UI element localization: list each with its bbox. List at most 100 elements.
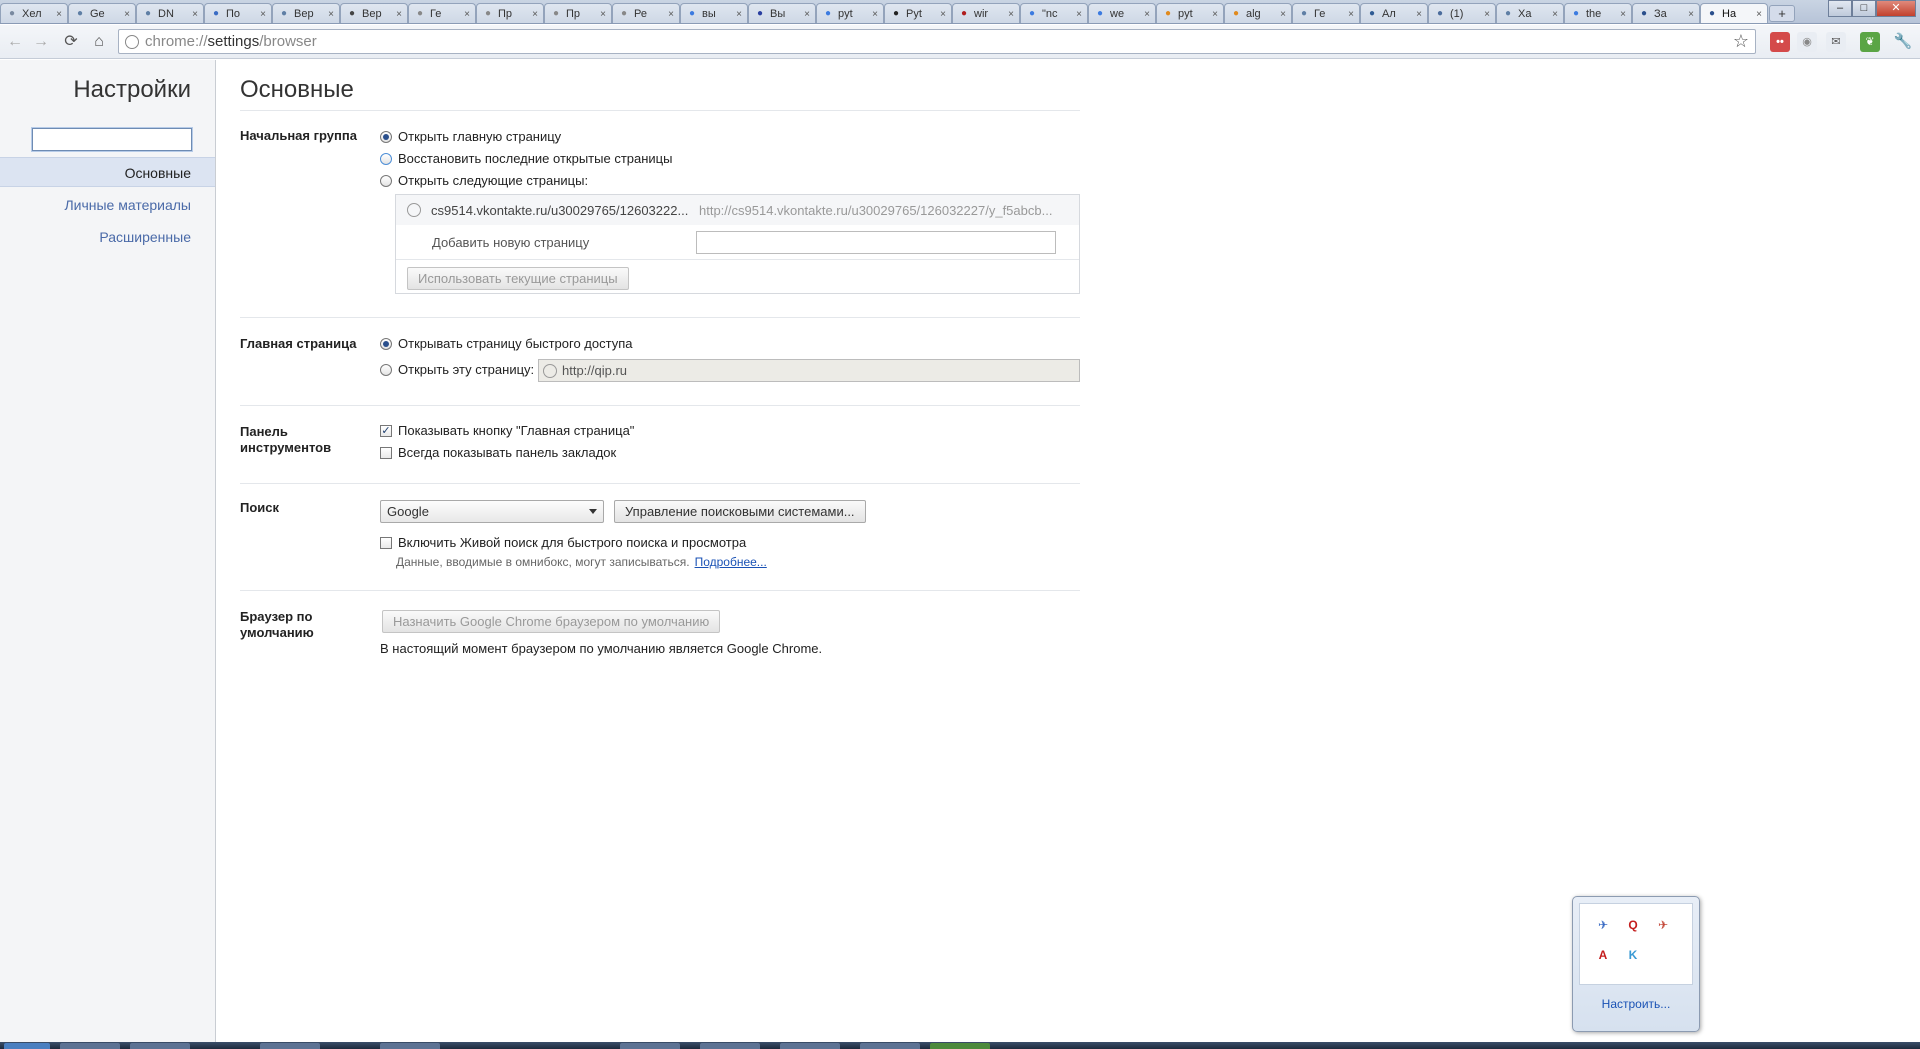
taskbar-item[interactable] <box>380 1043 440 1049</box>
show-home-button-option[interactable]: ✓ Показывать кнопку "Главная страница" <box>380 423 634 438</box>
learn-more-link[interactable]: Подробнее... <box>695 555 767 569</box>
sidebar-item-basics[interactable]: Основные <box>0 157 215 187</box>
taskbar-item[interactable] <box>620 1043 680 1049</box>
homepage-option-ntp[interactable]: Открывать страницу быстрого доступа <box>380 336 632 351</box>
tab-close-icon[interactable]: × <box>54 9 64 20</box>
tab-2[interactable]: ● DN × <box>136 3 204 23</box>
satellite-icon[interactable]: ✈ <box>1594 916 1612 934</box>
tab-9[interactable]: ● Ре × <box>612 3 680 23</box>
tray-customize-link[interactable]: Настроить... <box>1573 997 1699 1011</box>
use-current-pages-button[interactable]: Использовать текущие страницы <box>407 267 629 290</box>
kaspersky-icon[interactable]: K <box>1624 946 1642 964</box>
tab-22[interactable]: ● Ха × <box>1496 3 1564 23</box>
back-button[interactable]: ← <box>4 31 26 53</box>
tab-close-icon[interactable]: × <box>1142 9 1152 20</box>
instant-search-option[interactable]: Включить Живой поиск для быстрого поиска… <box>380 535 746 550</box>
add-page-input[interactable] <box>696 231 1056 254</box>
taskbar-item[interactable] <box>930 1043 990 1049</box>
tab-13[interactable]: ● Pyt × <box>884 3 952 23</box>
tab-close-icon[interactable]: × <box>122 9 132 20</box>
settings-search-input[interactable] <box>31 127 193 152</box>
tab-close-icon[interactable]: × <box>1482 9 1492 20</box>
tab-20[interactable]: ● Ал × <box>1360 3 1428 23</box>
taskbar-item[interactable] <box>260 1043 320 1049</box>
tab-25[interactable]: ● На × <box>1700 3 1768 23</box>
tab-close-icon[interactable]: × <box>734 9 744 20</box>
tab-close-icon[interactable]: × <box>1278 9 1288 20</box>
tab-6[interactable]: ● Ге × <box>408 3 476 23</box>
sidebar-item-personal[interactable]: Личные материалы <box>0 190 215 220</box>
gmail-checker-icon[interactable]: ✉ <box>1826 32 1846 52</box>
mosquito-icon[interactable]: ✈ <box>1654 916 1672 934</box>
forward-button[interactable]: → <box>30 31 52 53</box>
tab-7[interactable]: ● Пр × <box>476 3 544 23</box>
instant-search-checkbox[interactable] <box>380 536 392 549</box>
start-button[interactable] <box>4 1043 50 1049</box>
tab-1[interactable]: ● Ge × <box>68 3 136 23</box>
qip-icon[interactable]: Q <box>1624 916 1642 934</box>
tab-21[interactable]: ● (1) × <box>1428 3 1496 23</box>
tab-close-icon[interactable]: × <box>1550 9 1560 20</box>
tab-close-icon[interactable]: × <box>190 9 200 20</box>
show-home-button-checkbox[interactable]: ✓ <box>380 424 392 437</box>
tab-3[interactable]: ● По × <box>204 3 272 23</box>
tab-14[interactable]: ● wir × <box>952 3 1020 23</box>
taskbar-item[interactable] <box>780 1043 840 1049</box>
tab-17[interactable]: ● pyt × <box>1156 3 1224 23</box>
tab-close-icon[interactable]: × <box>802 9 812 20</box>
extension-gray-icon[interactable]: ◉ <box>1797 32 1817 52</box>
tab-8[interactable]: ● Пр × <box>544 3 612 23</box>
startup-page-entry[interactable]: cs9514.vkontakte.ru/u30029765/12603222..… <box>396 195 1079 225</box>
homepage-ntp-radio[interactable] <box>380 337 392 350</box>
close-window-button[interactable]: ✕ <box>1876 0 1916 17</box>
tab-11[interactable]: ● Вы × <box>748 3 816 23</box>
tab-close-icon[interactable]: × <box>462 9 472 20</box>
new-tab-button[interactable]: + <box>1769 5 1795 22</box>
tab-close-icon[interactable]: × <box>530 9 540 20</box>
omnibox[interactable]: chrome://settings/browser ☆ <box>118 29 1756 54</box>
taskbar-item[interactable] <box>130 1043 190 1049</box>
tab-close-icon[interactable]: × <box>1346 9 1356 20</box>
page-info-icon[interactable] <box>125 34 139 49</box>
tab-19[interactable]: ● Ге × <box>1292 3 1360 23</box>
tab-close-icon[interactable]: × <box>598 9 608 20</box>
startup-option-home[interactable]: Открыть главную страницу <box>380 129 561 144</box>
tab-close-icon[interactable]: × <box>1618 9 1628 20</box>
home-button[interactable]: ⌂ <box>88 31 110 53</box>
taskbar-item[interactable] <box>700 1043 760 1049</box>
show-bookmarks-bar-option[interactable]: Всегда показывать панель закладок <box>380 445 616 460</box>
tab-12[interactable]: ● pyt × <box>816 3 884 23</box>
startup-pages-radio[interactable] <box>380 174 392 187</box>
search-engine-select[interactable]: Google <box>380 500 604 523</box>
tab-close-icon[interactable]: × <box>666 9 676 20</box>
startup-home-radio[interactable] <box>380 130 392 143</box>
tab-close-icon[interactable]: × <box>1210 9 1220 20</box>
tab-close-icon[interactable]: × <box>326 9 336 20</box>
tab-4[interactable]: ● Вер × <box>272 3 340 23</box>
homepage-option-url[interactable]: Открыть эту страницу: <box>380 362 534 377</box>
tab-18[interactable]: ● alg × <box>1224 3 1292 23</box>
tab-close-icon[interactable]: × <box>1006 9 1016 20</box>
manage-search-engines-button[interactable]: Управление поисковыми системами... <box>614 500 866 523</box>
lastpass-icon[interactable]: •• <box>1770 32 1790 52</box>
tab-close-icon[interactable]: × <box>1686 9 1696 20</box>
tab-5[interactable]: ● Вер × <box>340 3 408 23</box>
wrench-menu-icon[interactable]: 🔧 <box>1893 32 1913 52</box>
sidebar-item-advanced[interactable]: Расширенные <box>0 222 215 252</box>
taskbar-item[interactable] <box>860 1043 920 1049</box>
tab-close-icon[interactable]: × <box>1754 9 1764 20</box>
tab-close-icon[interactable]: × <box>394 9 404 20</box>
show-bookmarks-bar-checkbox[interactable] <box>380 446 392 459</box>
make-default-browser-button[interactable]: Назначить Google Chrome браузером по умо… <box>382 610 721 633</box>
tab-close-icon[interactable]: × <box>870 9 880 20</box>
tab-0[interactable]: ● Хел × <box>0 3 68 23</box>
tab-24[interactable]: ● За × <box>1632 3 1700 23</box>
tab-close-icon[interactable]: × <box>938 9 948 20</box>
startup-option-restore[interactable]: Восстановить последние открытые страницы <box>380 151 672 166</box>
startup-option-pages[interactable]: Открыть следующие страницы: <box>380 173 588 188</box>
startup-restore-radio[interactable] <box>380 152 392 165</box>
tab-15[interactable]: ● "nc × <box>1020 3 1088 23</box>
tab-23[interactable]: ● the × <box>1564 3 1632 23</box>
reload-button[interactable]: ⟳ <box>60 31 82 53</box>
adobe-icon[interactable]: A <box>1594 946 1612 964</box>
